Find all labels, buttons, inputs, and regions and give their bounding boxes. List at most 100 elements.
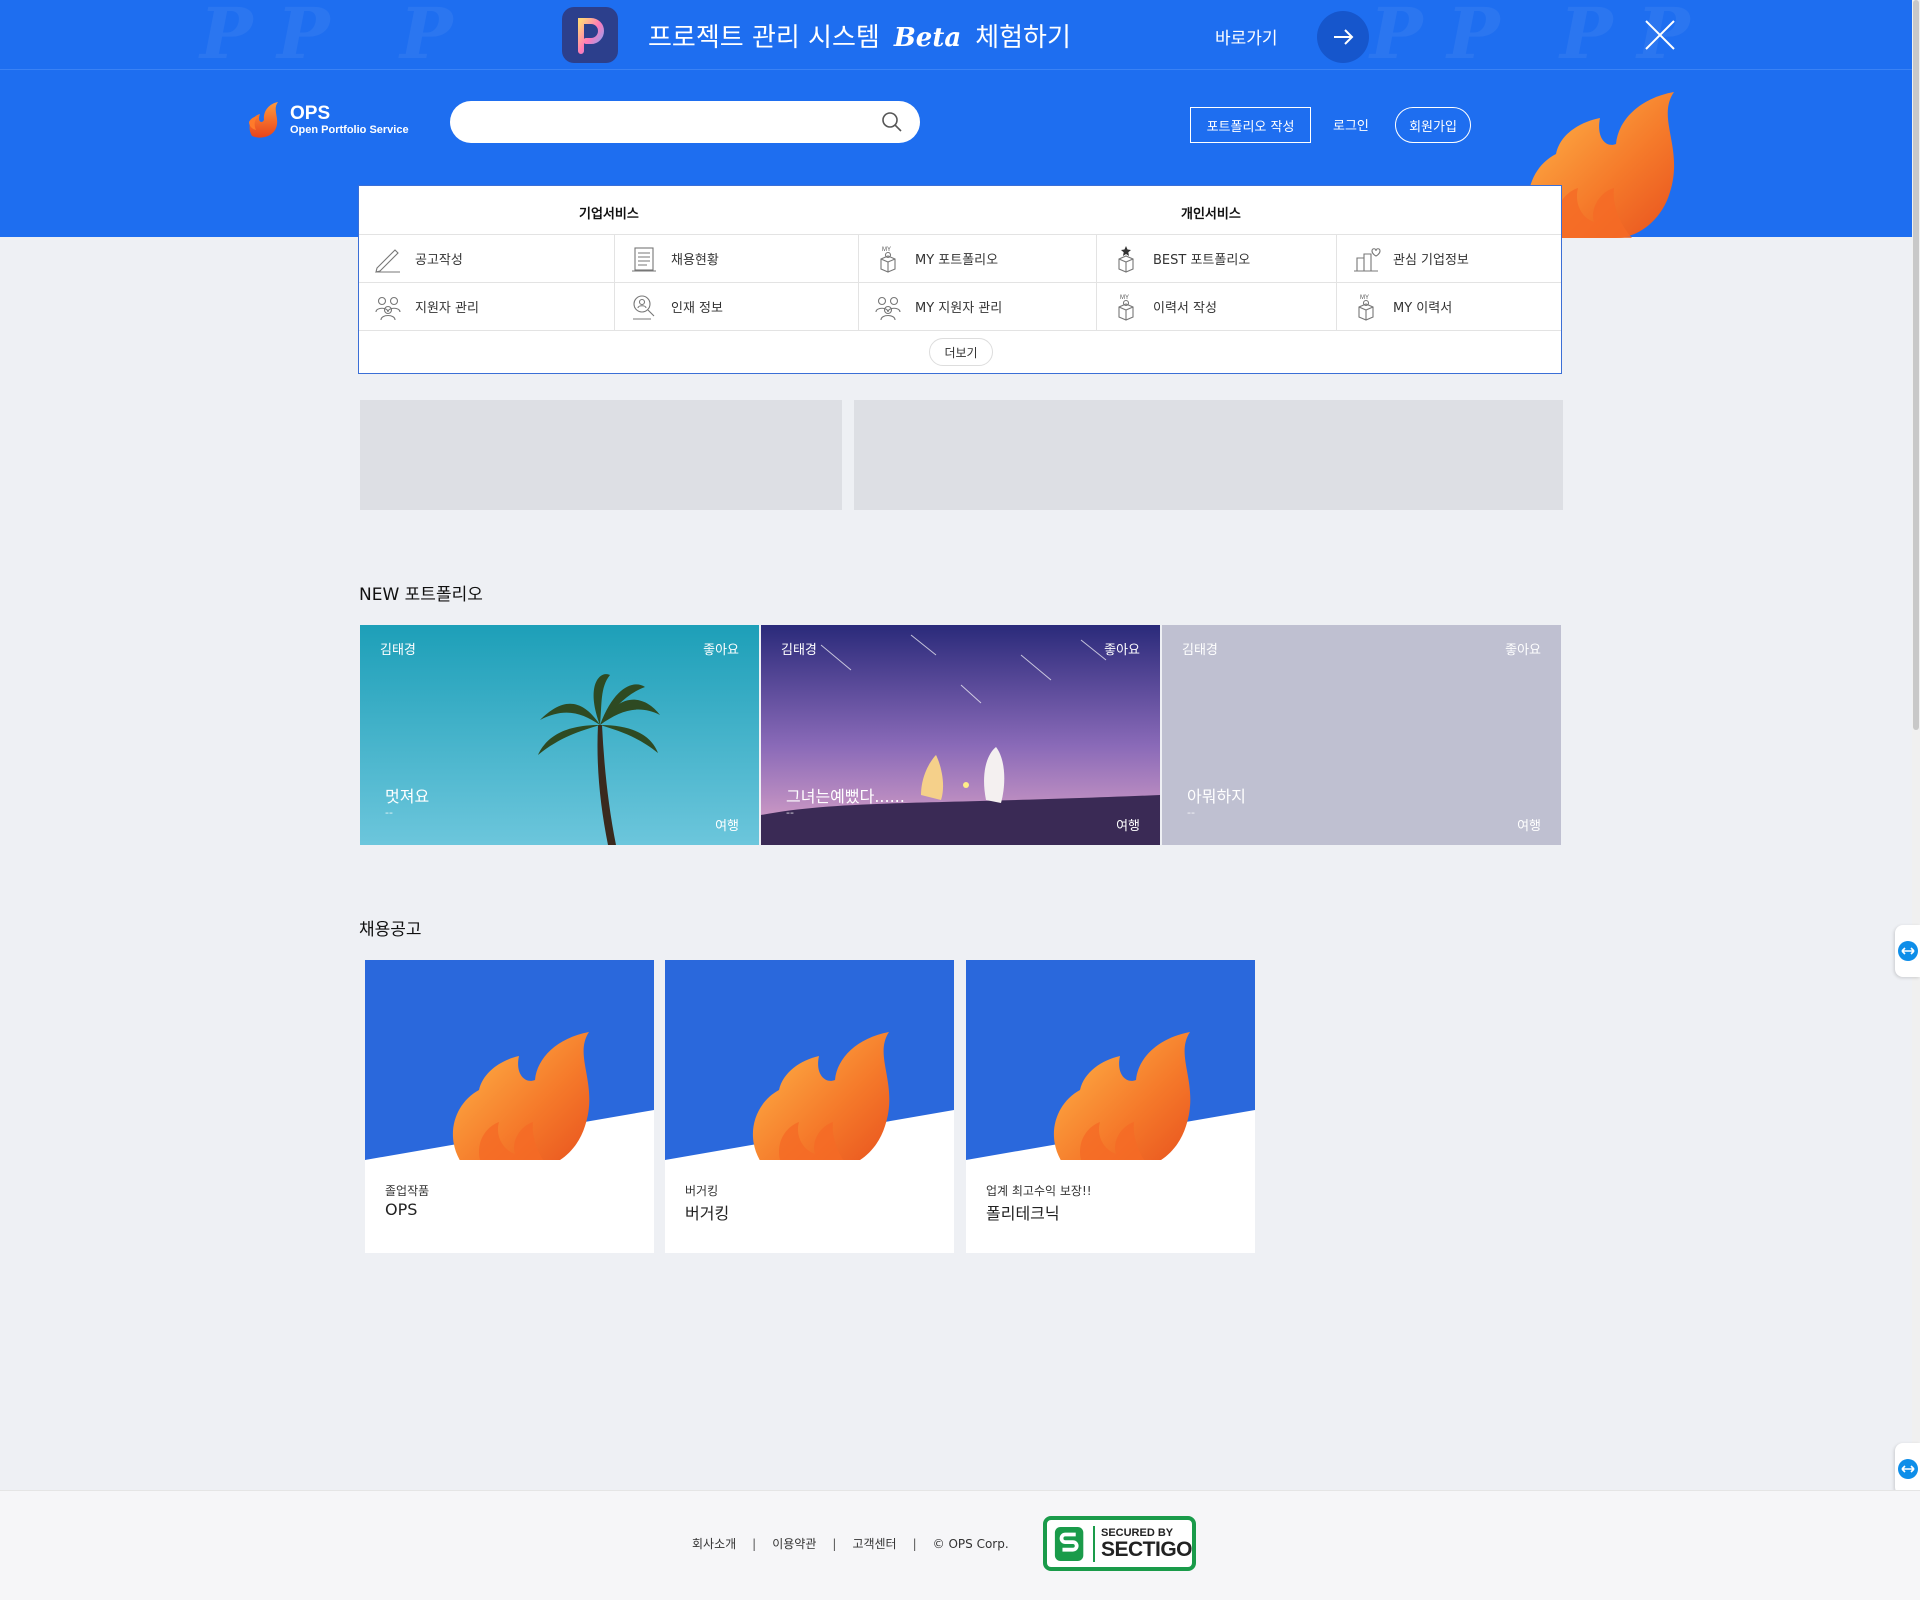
scrollbar[interactable] bbox=[1912, 0, 1920, 1600]
service-item-label: BEST 포트폴리오 bbox=[1153, 253, 1251, 268]
promo-text-before: 프로젝트 관리 시스템 bbox=[648, 23, 880, 53]
portfolio-title: 그녀는예뻤다...... bbox=[786, 787, 905, 806]
arrow-right-icon[interactable] bbox=[1317, 11, 1369, 63]
footer-link-about[interactable]: 회사소개 bbox=[692, 1535, 736, 1552]
join-button[interactable]: 회원가입 bbox=[1395, 107, 1471, 143]
building-heart-icon bbox=[1351, 244, 1393, 274]
site-footer: 회사소개 | 이용약관 | 고객센터 | © OPS Corp. SECURED… bbox=[0, 1490, 1920, 1600]
job-card-banner bbox=[665, 960, 954, 1160]
job-card[interactable]: 업계 최고수익 보장!! 폴리테크닉 bbox=[966, 960, 1255, 1253]
footer-separator: | bbox=[912, 1536, 917, 1551]
portfolio-category: 여행 bbox=[1116, 819, 1140, 834]
write-portfolio-button[interactable]: 포트폴리오 작성 bbox=[1190, 107, 1311, 143]
footer-link-terms[interactable]: 이용약관 bbox=[772, 1535, 816, 1552]
portfolio-like-button[interactable]: 좋아요 bbox=[1104, 639, 1140, 658]
my-box-icon: MY bbox=[873, 244, 915, 274]
service-item[interactable]: MY 이력서 작성 bbox=[1097, 283, 1337, 330]
footer-links: 회사소개 | 이용약관 | 고객센터 | © OPS Corp. bbox=[692, 1535, 1009, 1552]
promo-title: 프로젝트 관리 시스템 Beta 체험하기 bbox=[648, 17, 1071, 54]
search-input[interactable] bbox=[470, 109, 870, 135]
job-description: 졸업작품 bbox=[385, 1184, 430, 1198]
portfolio-card[interactable]: 김태경 좋아요 그녀는예뻤다...... -- 여행 bbox=[761, 625, 1160, 845]
portfolio-title: 멋져요 bbox=[385, 787, 430, 806]
remote-support-icon[interactable] bbox=[1895, 1443, 1920, 1495]
badge-divider bbox=[1093, 1525, 1095, 1562]
logo-name: OPS bbox=[290, 103, 331, 124]
service-item[interactable]: BEST 포트폴리오 bbox=[1097, 235, 1337, 282]
service-item[interactable]: MY MY 이력서 bbox=[1337, 283, 1559, 330]
service-item[interactable]: MY MY 포트폴리오 bbox=[859, 235, 1097, 282]
people-icon bbox=[373, 292, 415, 322]
job-card-banner bbox=[966, 960, 1255, 1160]
flame-logo-icon bbox=[249, 102, 278, 138]
footer-link-support[interactable]: 고객센터 bbox=[852, 1535, 896, 1552]
pencil-icon bbox=[373, 244, 415, 274]
ad-banner-right[interactable] bbox=[854, 400, 1563, 510]
search-icon[interactable] bbox=[880, 110, 904, 134]
service-item-label: 지원자 관리 bbox=[415, 301, 479, 316]
portfolio-category: 여행 bbox=[715, 819, 739, 834]
more-button[interactable]: 더보기 bbox=[929, 338, 993, 366]
login-link[interactable]: 로그인 bbox=[1333, 115, 1369, 134]
portfolio-like-button[interactable]: 좋아요 bbox=[1505, 639, 1541, 658]
service-item-label: 이력서 작성 bbox=[1153, 301, 1217, 316]
portfolio-like-button[interactable]: 좋아요 bbox=[703, 639, 739, 658]
service-item[interactable]: 인재 정보 bbox=[615, 283, 859, 330]
job-card-banner bbox=[365, 960, 654, 1160]
job-card[interactable]: 졸업작품 OPS bbox=[365, 960, 654, 1253]
promo-banner[interactable]: P P P P P P P 프로젝트 관리 시스템 Beta 체험하기 바로가기 bbox=[0, 0, 1920, 70]
job-description: 버거킹 bbox=[685, 1184, 719, 1198]
promo-decoration: P bbox=[400, 0, 453, 70]
sectigo-shield-icon bbox=[1054, 1526, 1084, 1561]
my-box-icon: MY bbox=[1111, 292, 1153, 322]
sectigo-badge[interactable]: SECURED BY SECTIGO bbox=[1043, 1516, 1196, 1571]
service-item-label: MY 포트폴리오 bbox=[915, 253, 999, 268]
job-card[interactable]: 버거킹 버거킹 bbox=[665, 960, 954, 1253]
document-icon bbox=[629, 244, 671, 274]
job-company-name: 버거킹 bbox=[685, 1204, 730, 1223]
remote-support-icon[interactable] bbox=[1895, 925, 1920, 977]
job-company-name: OPS bbox=[385, 1200, 418, 1219]
services-row: 지원자 관리 인재 정보 MY 지원자 관리 MY 이력서 작성 MY MY 이력서 bbox=[359, 283, 1561, 331]
p-app-icon bbox=[562, 7, 618, 63]
promo-beta-label: Beta bbox=[893, 23, 962, 53]
scrollbar-thumb[interactable] bbox=[1913, 0, 1919, 730]
promo-decoration: P P bbox=[200, 0, 330, 70]
svg-text:MY: MY bbox=[882, 247, 891, 253]
job-description: 업계 최고수익 보장!! bbox=[986, 1184, 1092, 1198]
corporate-services-title: 기업서비스 bbox=[579, 207, 639, 222]
search-bar[interactable] bbox=[450, 101, 920, 143]
badge-line2: SECTIGO bbox=[1100, 1537, 1193, 1561]
close-icon[interactable] bbox=[1640, 15, 1680, 55]
portfolio-card[interactable]: 김태경 좋아요 아뭐하지 -- 여행 bbox=[1162, 625, 1561, 845]
service-item-label: 인재 정보 bbox=[671, 301, 723, 316]
person-search-icon bbox=[629, 292, 671, 322]
promo-decoration: P P bbox=[1370, 0, 1500, 70]
logo[interactable]: OPS Open Portfolio Service bbox=[246, 100, 409, 140]
service-item[interactable]: 지원자 관리 bbox=[359, 283, 615, 330]
logo-subtitle: Open Portfolio Service bbox=[290, 124, 409, 136]
services-row: 공고작성 채용현황 MY MY 포트폴리오 BEST 포트폴리오 관심 기업정보 bbox=[359, 235, 1561, 283]
new-portfolio-title: NEW 포트폴리오 bbox=[359, 585, 483, 605]
services-grid: 공고작성 채용현황 MY MY 포트폴리오 BEST 포트폴리오 관심 기업정보지원자 관… bbox=[359, 234, 1561, 331]
badge-line1: SECURED BY bbox=[1100, 1526, 1174, 1539]
portfolio-category: 여행 bbox=[1517, 819, 1541, 834]
service-item[interactable]: MY 지원자 관리 bbox=[859, 283, 1097, 330]
service-item[interactable]: 관심 기업정보 bbox=[1337, 235, 1559, 282]
service-item-label: 채용현황 bbox=[671, 253, 719, 268]
services-panel: 기업서비스 개인서비스 공고작성 채용현황 MY MY 포트폴리오 BEST 포트폴리오… bbox=[358, 185, 1562, 374]
ad-banner-left[interactable] bbox=[360, 400, 842, 510]
service-item[interactable]: 채용현황 bbox=[615, 235, 859, 282]
promo-go-link[interactable]: 바로가기 bbox=[1215, 24, 1278, 49]
service-item-label: MY 지원자 관리 bbox=[915, 301, 1003, 316]
service-item-label: MY 이력서 bbox=[1393, 301, 1453, 316]
service-item[interactable]: 공고작성 bbox=[359, 235, 615, 282]
jobs-title: 채용공고 bbox=[359, 920, 422, 940]
portfolio-subtitle: -- bbox=[1187, 806, 1195, 819]
job-company-name: 폴리테크닉 bbox=[986, 1204, 1060, 1223]
portfolio-author: 김태경 bbox=[380, 643, 416, 658]
star-box-icon bbox=[1111, 244, 1153, 274]
portfolio-subtitle: -- bbox=[786, 806, 794, 819]
portfolio-card[interactable]: 김태경 좋아요 멋져요 -- 여행 bbox=[360, 625, 759, 845]
footer-separator: | bbox=[832, 1536, 837, 1551]
